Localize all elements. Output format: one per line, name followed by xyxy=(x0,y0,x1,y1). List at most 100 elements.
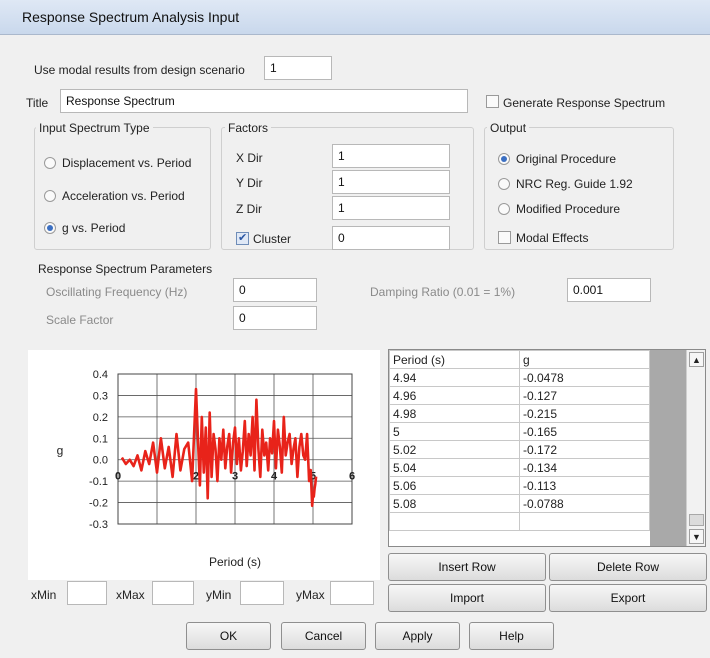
radio-nrc-guide-label: NRC Reg. Guide 1.92 xyxy=(516,177,633,191)
cell-g[interactable]: -0.134 xyxy=(519,458,650,477)
radio-displacement-label: Displacement vs. Period xyxy=(62,156,192,170)
osc-freq-label: Oscillating Frequency (Hz) xyxy=(46,285,188,299)
osc-freq-input[interactable]: 0 xyxy=(233,278,317,302)
damping-input[interactable]: 0.001 xyxy=(567,278,651,302)
radio-original-procedure[interactable] xyxy=(498,153,510,165)
y-tick-label: -0.1 xyxy=(89,476,108,488)
export-button[interactable]: Export xyxy=(549,584,707,612)
z-dir-input[interactable]: 1 xyxy=(332,196,450,220)
title-label: Title xyxy=(26,96,49,110)
y-axis-label: g xyxy=(57,444,64,458)
scroll-down-icon[interactable]: ▼ xyxy=(689,529,704,544)
table-row[interactable]: 5.06 -0.113 xyxy=(389,476,650,495)
scroll-up-icon[interactable]: ▲ xyxy=(689,352,704,367)
header-g[interactable]: g xyxy=(519,350,650,369)
cell-g[interactable]: -0.113 xyxy=(519,476,650,495)
table-row[interactable]: 5.08 -0.0788 xyxy=(389,494,650,513)
insert-row-button[interactable]: Insert Row xyxy=(388,553,546,581)
x-tick-label: 4 xyxy=(271,471,278,483)
spectrum-data-grid[interactable]: Period (s) g 4.94 -0.0478 4.96 -0.127 4.98 -0… xyxy=(388,349,706,547)
radio-original-procedure-label: Original Procedure xyxy=(516,152,617,166)
params-heading: Response Spectrum Parameters xyxy=(38,262,213,276)
x-dir-input[interactable]: 1 xyxy=(332,144,450,168)
title-bar: Response Spectrum Analysis Input xyxy=(0,0,710,35)
generate-spectrum-label: Generate Response Spectrum xyxy=(503,96,666,110)
xmin-label: xMin xyxy=(31,588,57,602)
cluster-label: Cluster xyxy=(253,232,292,246)
cell-g[interactable]: -0.215 xyxy=(519,404,650,423)
table-row[interactable]: 4.98 -0.215 xyxy=(389,404,650,423)
window-title: Response Spectrum Analysis Input xyxy=(22,9,240,25)
table-row[interactable]: 4.96 -0.127 xyxy=(389,386,650,405)
y-dir-label: Y Dir xyxy=(236,176,263,190)
cell-period[interactable]: 4.96 xyxy=(389,386,520,405)
cancel-button[interactable]: Cancel xyxy=(281,622,366,650)
radio-modified-procedure-label: Modified Procedure xyxy=(516,202,621,216)
radio-acceleration[interactable] xyxy=(44,190,56,202)
radio-displacement[interactable] xyxy=(44,157,56,169)
y-tick-label: -0.3 xyxy=(89,519,108,531)
table-row[interactable]: 5.02 -0.172 xyxy=(389,440,650,459)
y-tick-label: 0.0 xyxy=(93,455,108,467)
cell-period[interactable]: 5.04 xyxy=(389,458,520,477)
cell-period[interactable] xyxy=(389,512,520,531)
cell-period[interactable]: 5.08 xyxy=(389,494,520,513)
xmax-input[interactable] xyxy=(152,581,194,605)
input-spectrum-type-heading: Input Spectrum Type xyxy=(36,121,153,135)
radio-acceleration-label: Acceleration vs. Period xyxy=(62,189,185,203)
cell-g[interactable] xyxy=(519,512,650,531)
cell-period[interactable]: 4.98 xyxy=(389,404,520,423)
modal-effects-checkbox[interactable] xyxy=(498,231,511,244)
factors-heading: Factors xyxy=(225,121,272,135)
cell-period[interactable]: 5 xyxy=(389,422,520,441)
x-tick-label: 6 xyxy=(349,471,355,483)
x-tick-label: 0 xyxy=(115,471,121,483)
table-row[interactable]: 4.94 -0.0478 xyxy=(389,368,650,387)
scale-factor-input[interactable]: 0 xyxy=(233,306,317,330)
cluster-checkbox[interactable] xyxy=(236,231,249,245)
generate-spectrum-checkbox[interactable] xyxy=(486,95,499,108)
modal-scenario-input[interactable]: 1 xyxy=(264,56,332,80)
table-row[interactable] xyxy=(389,512,650,531)
xmin-input[interactable] xyxy=(67,581,107,605)
cluster-input[interactable]: 0 xyxy=(332,226,450,250)
radio-modified-procedure[interactable] xyxy=(498,203,510,215)
x-dir-label: X Dir xyxy=(236,151,263,165)
output-heading: Output xyxy=(487,121,530,135)
modal-effects-label: Modal Effects xyxy=(516,231,589,245)
title-input[interactable]: Response Spectrum xyxy=(60,89,468,113)
grid-scrollbar[interactable]: ▲ ▼ xyxy=(686,350,705,546)
ok-button[interactable]: OK xyxy=(186,622,271,650)
ymax-input[interactable] xyxy=(330,581,374,605)
grid-empty-area xyxy=(650,350,687,546)
scroll-thumb[interactable] xyxy=(689,514,704,526)
radio-g-vs-period-label: g vs. Period xyxy=(62,221,126,235)
delete-row-button[interactable]: Delete Row xyxy=(549,553,707,581)
help-button[interactable]: Help xyxy=(469,622,554,650)
radio-g-vs-period[interactable] xyxy=(44,222,56,234)
cell-g[interactable]: -0.0788 xyxy=(519,494,650,513)
cell-period[interactable]: 5.06 xyxy=(389,476,520,495)
cell-g[interactable]: -0.172 xyxy=(519,440,650,459)
cell-g[interactable]: -0.165 xyxy=(519,422,650,441)
y-tick-label: 0.4 xyxy=(93,369,108,381)
x-tick-label: 3 xyxy=(232,471,238,483)
ymin-label: yMin xyxy=(206,588,232,602)
cell-g[interactable]: -0.0478 xyxy=(519,368,650,387)
damping-label: Damping Ratio (0.01 = 1%) xyxy=(370,285,516,299)
radio-nrc-guide[interactable] xyxy=(498,178,510,190)
y-dir-input[interactable]: 1 xyxy=(332,170,450,194)
header-period[interactable]: Period (s) xyxy=(389,350,520,369)
y-tick-label: 0.2 xyxy=(93,412,108,424)
cell-period[interactable]: 4.94 xyxy=(389,368,520,387)
import-button[interactable]: Import xyxy=(388,584,546,612)
apply-button[interactable]: Apply xyxy=(375,622,460,650)
x-axis-label: Period (s) xyxy=(209,555,261,569)
ymin-input[interactable] xyxy=(240,581,284,605)
cell-g[interactable]: -0.127 xyxy=(519,386,650,405)
table-row[interactable]: 5.04 -0.134 xyxy=(389,458,650,477)
y-tick-label: 0.3 xyxy=(93,390,108,402)
spectrum-chart: 0.40.30.20.10.0-0.1-0.2-0.30 2 3 4 5 6gPeriod… xyxy=(28,350,380,580)
table-row[interactable]: 5 -0.165 xyxy=(389,422,650,441)
cell-period[interactable]: 5.02 xyxy=(389,440,520,459)
